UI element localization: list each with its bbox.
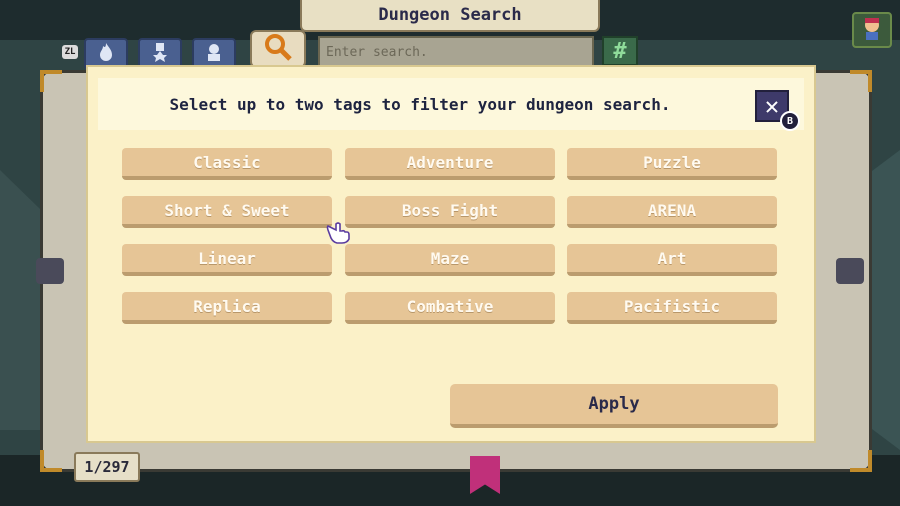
magnifier-icon <box>263 32 293 66</box>
tag-puzzle[interactable]: Puzzle <box>567 148 777 180</box>
character-portrait-icon <box>859 15 885 46</box>
page-title: Dungeon Search <box>300 0 600 32</box>
tag-art[interactable]: Art <box>567 244 777 276</box>
tag-arena[interactable]: ARENA <box>567 196 777 228</box>
tag-combative[interactable]: Combative <box>345 292 555 324</box>
tag-adventure[interactable]: Adventure <box>345 148 555 180</box>
character-icon <box>204 42 224 67</box>
tag-filter-button[interactable]: # <box>602 36 638 66</box>
tag-pacifistic[interactable]: Pacifistic <box>567 292 777 324</box>
hand-cursor-icon <box>326 220 352 244</box>
tag-maze[interactable]: Maze <box>345 244 555 276</box>
previous-page-tab[interactable] <box>36 258 64 284</box>
next-page-tab[interactable] <box>836 258 864 284</box>
tag-replica[interactable]: Replica <box>122 292 332 324</box>
zl-button-hint: ZL <box>62 45 78 59</box>
book-corner-bottom-left <box>40 450 62 472</box>
medal-icon <box>151 42 169 67</box>
close-icon: ✕ <box>764 92 780 120</box>
page-counter: 1/297 <box>74 452 140 482</box>
book-corner-top-right <box>850 70 872 92</box>
tag-short-and-sweet[interactable]: Short & Sweet <box>122 196 332 228</box>
b-button-hint: B <box>780 111 800 131</box>
apply-button[interactable]: Apply <box>450 384 778 428</box>
tag-boss-fight[interactable]: Boss Fight <box>345 196 555 228</box>
book-corner-top-left <box>40 70 62 92</box>
tag-linear[interactable]: Linear <box>122 244 332 276</box>
book-corner-bottom-right <box>850 450 872 472</box>
player-avatar[interactable] <box>852 12 892 48</box>
flame-icon <box>97 42 115 67</box>
dialog-instruction: Select up to two tags to filter your dun… <box>169 94 671 114</box>
search-button[interactable] <box>250 30 306 68</box>
tag-classic[interactable]: Classic <box>122 148 332 180</box>
search-input[interactable]: Enter search. <box>318 36 594 68</box>
